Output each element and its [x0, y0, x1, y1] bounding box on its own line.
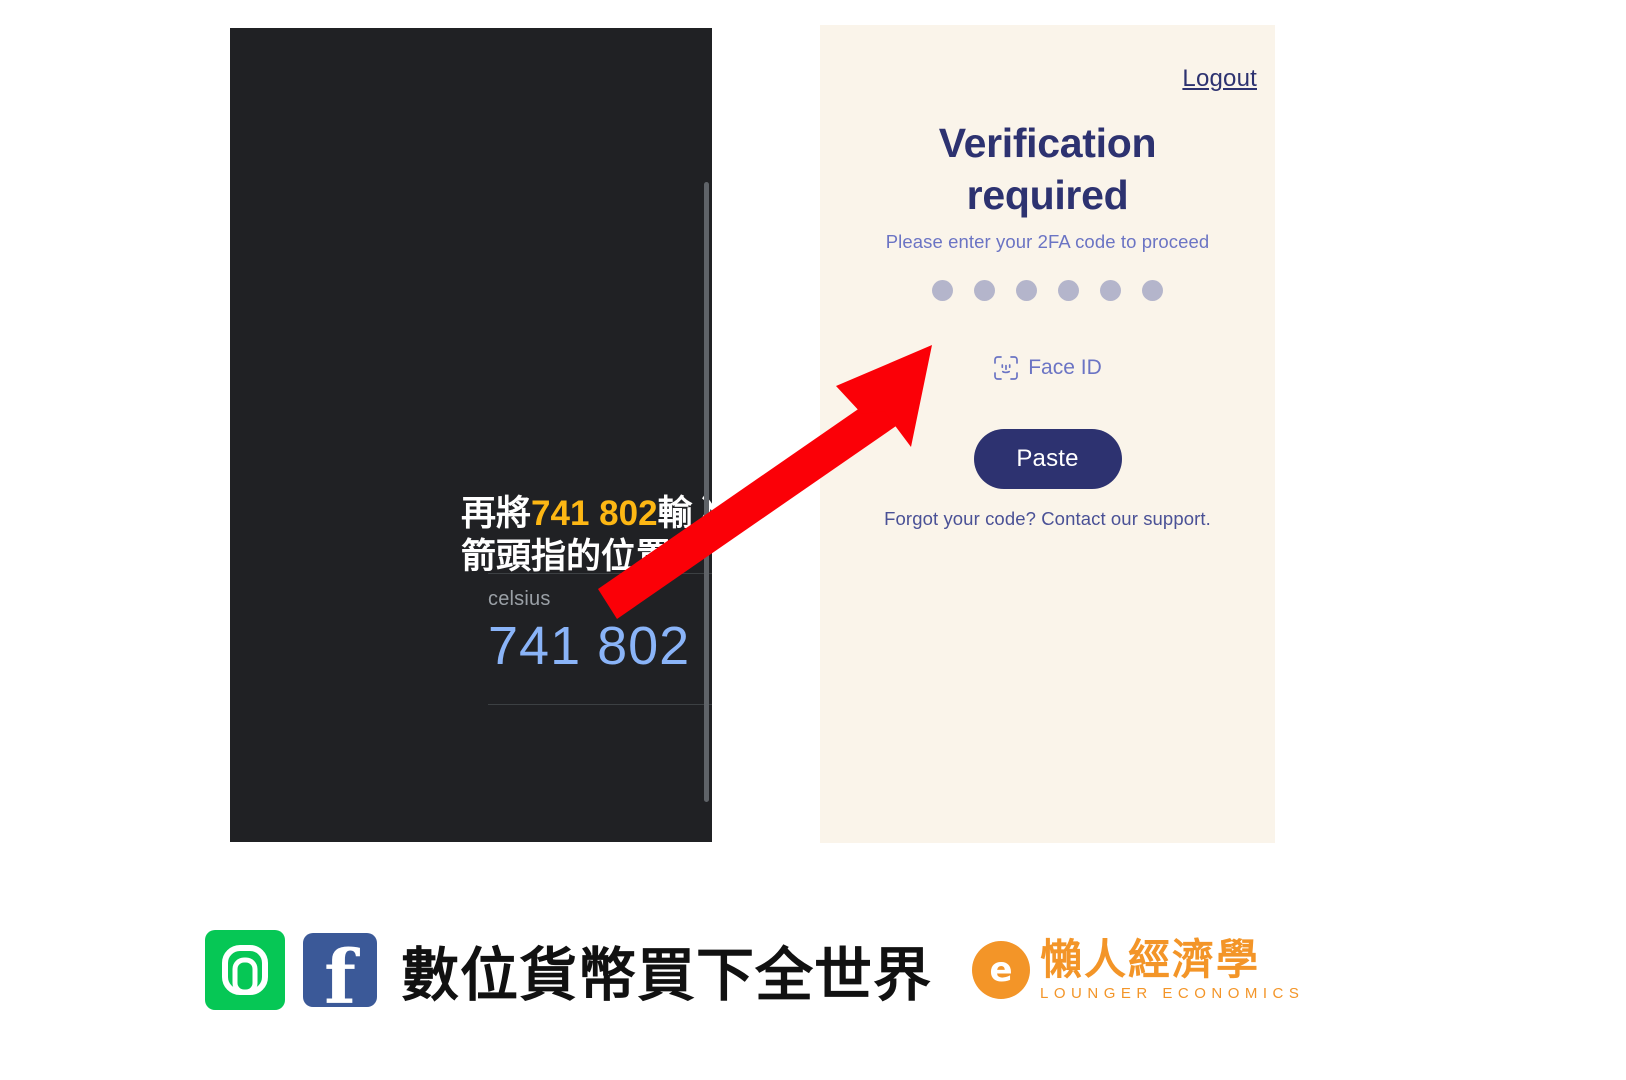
- page-title: Verification required: [820, 118, 1275, 221]
- code-divider-bottom: [488, 704, 712, 705]
- code-dot[interactable]: [1100, 280, 1121, 301]
- lounger-logo-icon: e: [972, 941, 1031, 999]
- annotation-prefix: 再將: [461, 494, 532, 533]
- face-id-button[interactable]: Face ID: [820, 355, 1275, 381]
- lounger-wordmark: 懶人經濟學 LOUNGER ECONOMICS: [1040, 935, 1305, 1002]
- paste-button[interactable]: Paste: [973, 429, 1122, 489]
- lounger-title-cn: 懶人經濟學: [1040, 935, 1261, 984]
- lounger-economics-logo[interactable]: e 懶人經濟學 LOUNGER ECONOMICS: [972, 939, 1304, 1001]
- support-link[interactable]: Forgot your code? Contact our support.: [820, 508, 1275, 530]
- authenticator-app-panel: celsius 741 802 再將741 802輸入進 箭頭指的位置: [230, 28, 712, 842]
- logout-link[interactable]: Logout: [1182, 65, 1257, 93]
- face-id-icon: [994, 356, 1019, 380]
- code-dot[interactable]: [932, 280, 953, 301]
- facebook-icon[interactable]: f: [303, 933, 377, 1007]
- brand-title: 數位貨幣買下全世界: [401, 941, 933, 1009]
- annotation-line2: 箭頭指的位置: [461, 537, 672, 577]
- screenshot-stage: celsius 741 802 再將741 802輸入進 箭頭指的位置 Logo…: [0, 0, 1626, 1080]
- account-name-label: celsius: [488, 588, 551, 610]
- facebook-glyph: f: [324, 935, 356, 1007]
- title-line-2: required: [966, 171, 1129, 218]
- code-dot[interactable]: [1058, 280, 1079, 301]
- code-dot[interactable]: [974, 280, 995, 301]
- line-glyph-icon: [222, 945, 268, 995]
- verification-subtitle: Please enter your 2FA code to proceed: [885, 231, 1210, 252]
- code-dot[interactable]: [1016, 280, 1037, 301]
- verification-panel: Logout Verification required Please ente…: [820, 25, 1275, 843]
- authenticator-account-entry[interactable]: celsius 741 802: [488, 588, 712, 676]
- annotation-code-highlight: 741 802: [531, 494, 658, 533]
- code-dot[interactable]: [1142, 280, 1163, 301]
- code-input-dots[interactable]: [820, 280, 1275, 301]
- lounger-title-en: LOUNGER ECONOMICS: [1040, 985, 1305, 1002]
- instruction-annotation: 再將741 802輸入進 箭頭指的位置: [461, 492, 712, 579]
- title-line-1: Verification: [938, 120, 1157, 166]
- footer-branding: f 數位貨幣買下全世界 e 懶人經濟學 LOUNGER ECONOMICS: [205, 925, 1304, 1015]
- line-app-icon[interactable]: [205, 930, 285, 1010]
- otp-code-value[interactable]: 741 802: [488, 616, 690, 676]
- vertical-scrollbar[interactable]: [704, 182, 709, 802]
- face-id-label: Face ID: [1028, 356, 1102, 379]
- code-row: 741 802: [488, 616, 712, 676]
